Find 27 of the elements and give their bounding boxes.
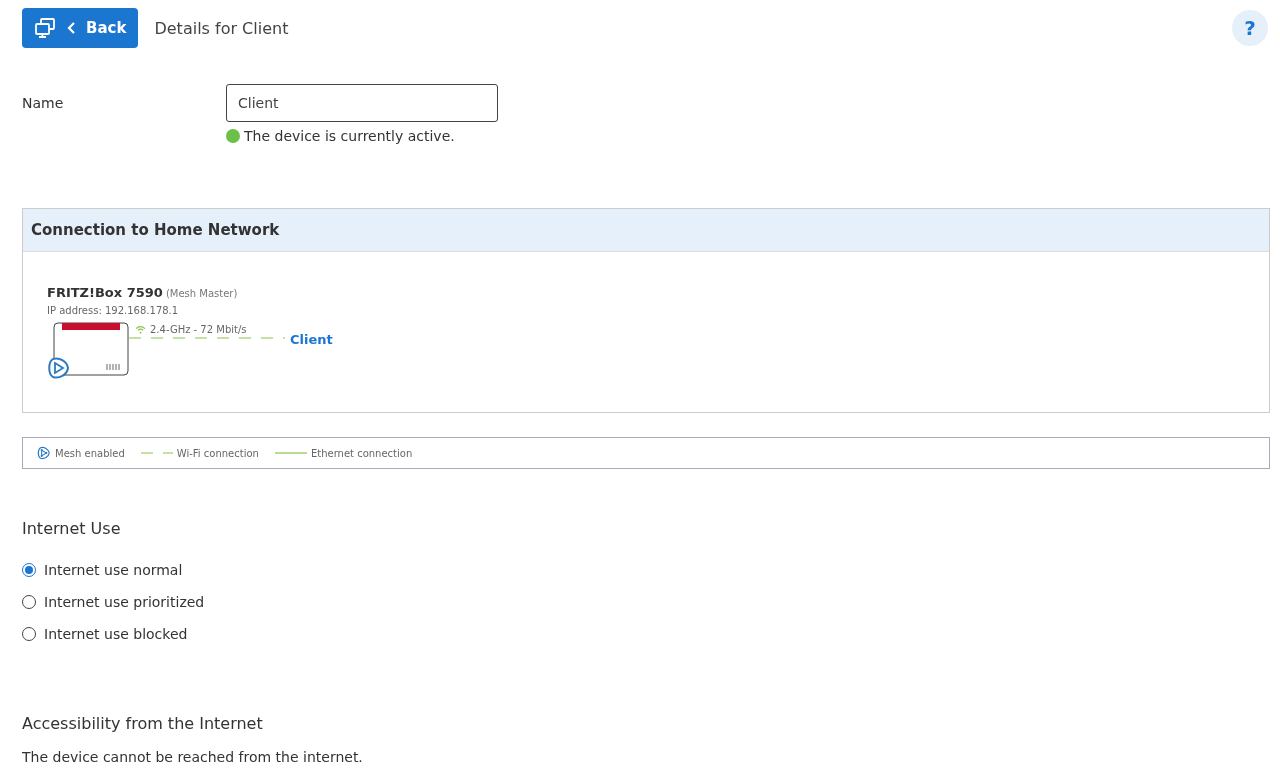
name-input-field[interactable]: Client: [226, 84, 498, 122]
wifi-line-icon: [140, 450, 173, 456]
devices-icon: [34, 18, 56, 38]
wifi-icon: [135, 325, 146, 334]
status-text: The device is currently active.: [244, 128, 455, 144]
section-heading: Internet Use: [22, 519, 122, 538]
page-title: Details for Client: [154, 18, 290, 38]
ethernet-line-icon: [274, 450, 307, 456]
radio-option[interactable]: Internet use prioritized: [22, 586, 205, 618]
legend-label: Mesh enabled: [55, 447, 125, 459]
mesh-icon: [37, 446, 51, 460]
ip-address: IP address: 192.168.178.1: [47, 305, 180, 316]
radio-option[interactable]: Internet use blocked: [22, 618, 188, 650]
section-heading: Accessibility from the Internet: [22, 714, 264, 733]
device-role: (Mesh Master): [165, 288, 238, 299]
device-name: FRITZ!Box 7590: [47, 285, 163, 300]
link-speed: 2.4-GHz - 72 Mbit/s: [150, 324, 247, 335]
back-button[interactable]: Back: [22, 8, 139, 48]
help-button[interactable]: ?: [1232, 10, 1268, 46]
legend-label: Ethernet connection: [310, 447, 413, 459]
accessibility-text: The device cannot be reached from the internet.: [22, 749, 364, 765]
legend-label: Wi-Fi connection: [176, 447, 259, 459]
chevron-left-icon: [66, 21, 76, 35]
name-label: Name: [22, 95, 65, 111]
radio-option[interactable]: Internet use normal: [22, 554, 183, 586]
client-name: Client: [290, 332, 333, 347]
section-header: Connection to Home Network: [23, 209, 1269, 251]
